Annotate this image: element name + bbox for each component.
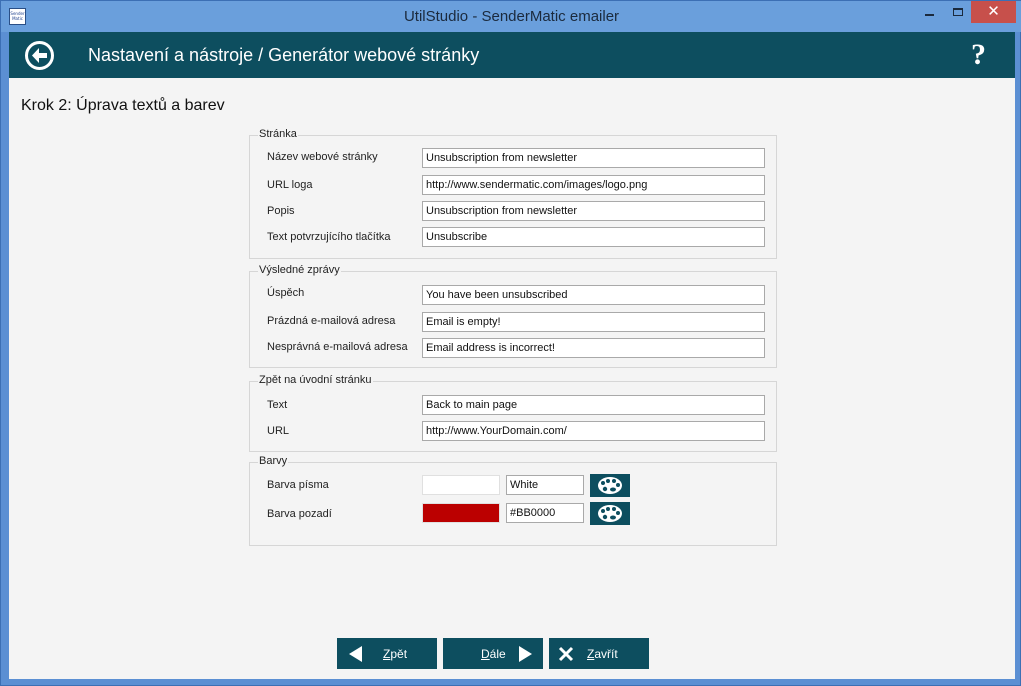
font-color-input[interactable] [506, 475, 584, 495]
back-link-group: Zpět na úvodní stránku Text URL [249, 374, 777, 452]
field-label: Text potvrzujícího tlačítka [267, 231, 391, 243]
invalid-email-message-input[interactable] [422, 338, 765, 358]
maximize-icon [952, 8, 963, 16]
group-legend: Výsledné zprávy [258, 264, 341, 276]
back-link-url-input[interactable] [422, 421, 765, 441]
arrow-left-icon [349, 646, 362, 662]
font-color-swatch [422, 475, 500, 495]
field-label: Popis [267, 205, 295, 217]
description-input[interactable] [422, 201, 765, 221]
minimize-icon [924, 14, 934, 16]
empty-email-message-input[interactable] [422, 312, 765, 332]
app-window: Sender Matic UtilStudio - SenderMatic em… [0, 0, 1021, 686]
back-link-text-input[interactable] [422, 395, 765, 415]
close-window-button[interactable]: ✕ [971, 1, 1016, 23]
field-label: Nesprávná e-mailová adresa [267, 341, 408, 353]
window-title: UtilStudio - SenderMatic emailer [403, 8, 620, 25]
field-label: Barva písma [267, 479, 329, 491]
field-label: Název webové stránky [267, 151, 378, 163]
group-legend: Barvy [258, 455, 289, 467]
step-title: Krok 2: Úprava textů a barev [21, 97, 225, 114]
back-arrow-circle-icon[interactable] [25, 41, 54, 70]
next-button[interactable]: Dále [443, 638, 543, 669]
palette-icon [598, 477, 622, 494]
minimize-button[interactable] [914, 1, 944, 23]
group-legend: Stránka [258, 128, 298, 140]
help-icon[interactable]: ? [971, 38, 986, 72]
colors-group: Barvy Barva písma Barva pozadí [249, 455, 777, 546]
field-label: URL [267, 425, 290, 437]
group-legend: Zpět na úvodní stránku [258, 374, 373, 386]
next-button-label: Dále [481, 647, 506, 661]
font-color-picker-button[interactable] [590, 474, 630, 497]
back-button-label: Zpět [383, 647, 408, 661]
background-color-input[interactable] [506, 503, 584, 523]
page-header: Nastavení a nástroje / Generátor webové … [9, 32, 1015, 78]
confirm-button-text-input[interactable] [422, 227, 765, 247]
success-message-input[interactable] [422, 285, 765, 305]
back-arrow-icon [32, 48, 47, 63]
page-title: Nastavení a nástroje / Generátor webové … [88, 45, 480, 65]
palette-icon [598, 505, 622, 522]
logo-url-input[interactable] [422, 175, 765, 195]
client-area: Nastavení a nástroje / Generátor webové … [9, 32, 1015, 679]
arrow-right-icon [519, 646, 532, 662]
field-label: Úspěch [267, 287, 305, 299]
field-label: Text [267, 399, 288, 411]
field-label: URL loga [267, 179, 313, 191]
messages-group: Výsledné zprávy Úspěch Prázdná e-mailová… [249, 264, 777, 368]
page-title-input[interactable] [422, 148, 765, 168]
title-bar[interactable]: Sender Matic UtilStudio - SenderMatic em… [1, 1, 1021, 32]
close-button-label: Zavřít [587, 647, 618, 661]
maximize-button[interactable] [944, 1, 971, 23]
background-color-picker-button[interactable] [590, 502, 630, 525]
close-x-icon [558, 646, 574, 662]
page-group: Stránka Název webové stránky URL loga Po… [249, 128, 777, 259]
back-button[interactable]: Zpět [337, 638, 437, 669]
field-label: Prázdná e-mailová adresa [267, 315, 396, 327]
close-button[interactable]: Zavřít [549, 638, 649, 669]
background-color-swatch [422, 503, 500, 523]
field-label: Barva pozadí [267, 508, 332, 520]
close-icon: ✕ [987, 3, 1000, 20]
